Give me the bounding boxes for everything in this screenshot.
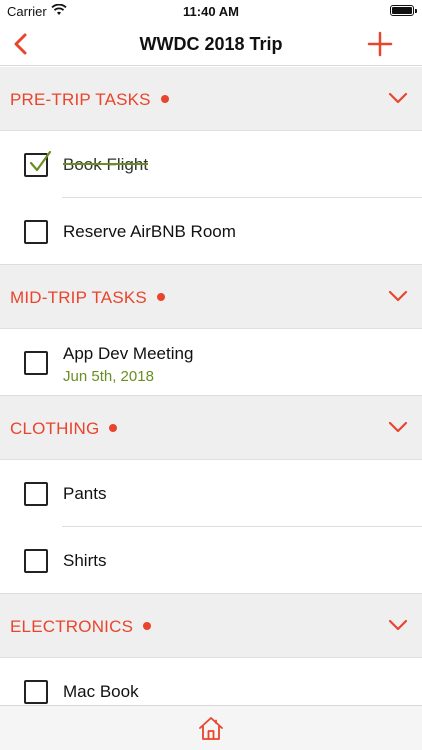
section-header-electronics[interactable]: ELECTRONICS (0, 594, 422, 658)
list-item[interactable]: Mac Book (0, 658, 422, 705)
section-indicator-dot (143, 622, 152, 630)
home-icon[interactable] (198, 715, 224, 741)
tab-bar (0, 705, 422, 750)
list-item[interactable]: Book Flight (0, 131, 422, 198)
task-checkbox[interactable] (24, 680, 48, 704)
task-label: Book Flight (63, 155, 149, 174)
navigation-bar: WWDC 2018 Trip (0, 22, 422, 66)
strikethrough-line (63, 163, 149, 165)
section-title: CLOTHING (10, 419, 118, 439)
chevron-down-icon[interactable] (388, 289, 408, 303)
section-title: ELECTRONICS (10, 617, 152, 637)
task-label: Pants (63, 484, 107, 503)
section-indicator-dot (109, 424, 118, 432)
task-checkbox[interactable] (24, 482, 48, 506)
task-label: Mac Book (63, 682, 139, 701)
task-checkbox-checked[interactable] (24, 150, 52, 177)
back-chevron-icon[interactable] (8, 30, 36, 58)
task-list: PRE-TRIP TASKS Book Flight Reserve AirBN… (0, 67, 422, 705)
task-label: Reserve AirBNB Room (63, 222, 236, 241)
list-item[interactable]: Reserve AirBNB Room (0, 198, 422, 265)
plus-icon[interactable] (366, 30, 394, 58)
list-item[interactable]: App Dev Meeting Jun 5th, 2018 (0, 329, 422, 396)
section-header-pre-trip[interactable]: PRE-TRIP TASKS (0, 67, 422, 131)
chevron-down-icon[interactable] (388, 618, 408, 632)
task-checkbox[interactable] (24, 220, 48, 244)
section-title: PRE-TRIP TASKS (10, 90, 169, 110)
section-header-clothing[interactable]: CLOTHING (0, 396, 422, 460)
status-time: 11:40 AM (183, 4, 239, 19)
task-date: Jun 5th, 2018 (63, 368, 154, 385)
status-bar: Carrier 11:40 AM (0, 0, 422, 22)
section-title: MID-TRIP TASKS (10, 288, 165, 308)
task-label: App Dev Meeting (63, 344, 194, 363)
task-checkbox[interactable] (24, 549, 48, 573)
page-title: WWDC 2018 Trip (139, 34, 283, 54)
battery-icon (390, 5, 417, 16)
task-label: Shirts (63, 551, 107, 570)
list-item[interactable]: Pants (0, 460, 422, 527)
chevron-down-icon[interactable] (388, 420, 408, 434)
section-indicator-dot (160, 95, 169, 103)
chevron-down-icon[interactable] (388, 91, 408, 105)
section-indicator-dot (156, 293, 165, 301)
checkmark-icon (29, 150, 52, 172)
section-header-mid-trip[interactable]: MID-TRIP TASKS (0, 265, 422, 329)
task-checkbox[interactable] (24, 351, 48, 375)
list-item[interactable]: Shirts (0, 527, 422, 594)
